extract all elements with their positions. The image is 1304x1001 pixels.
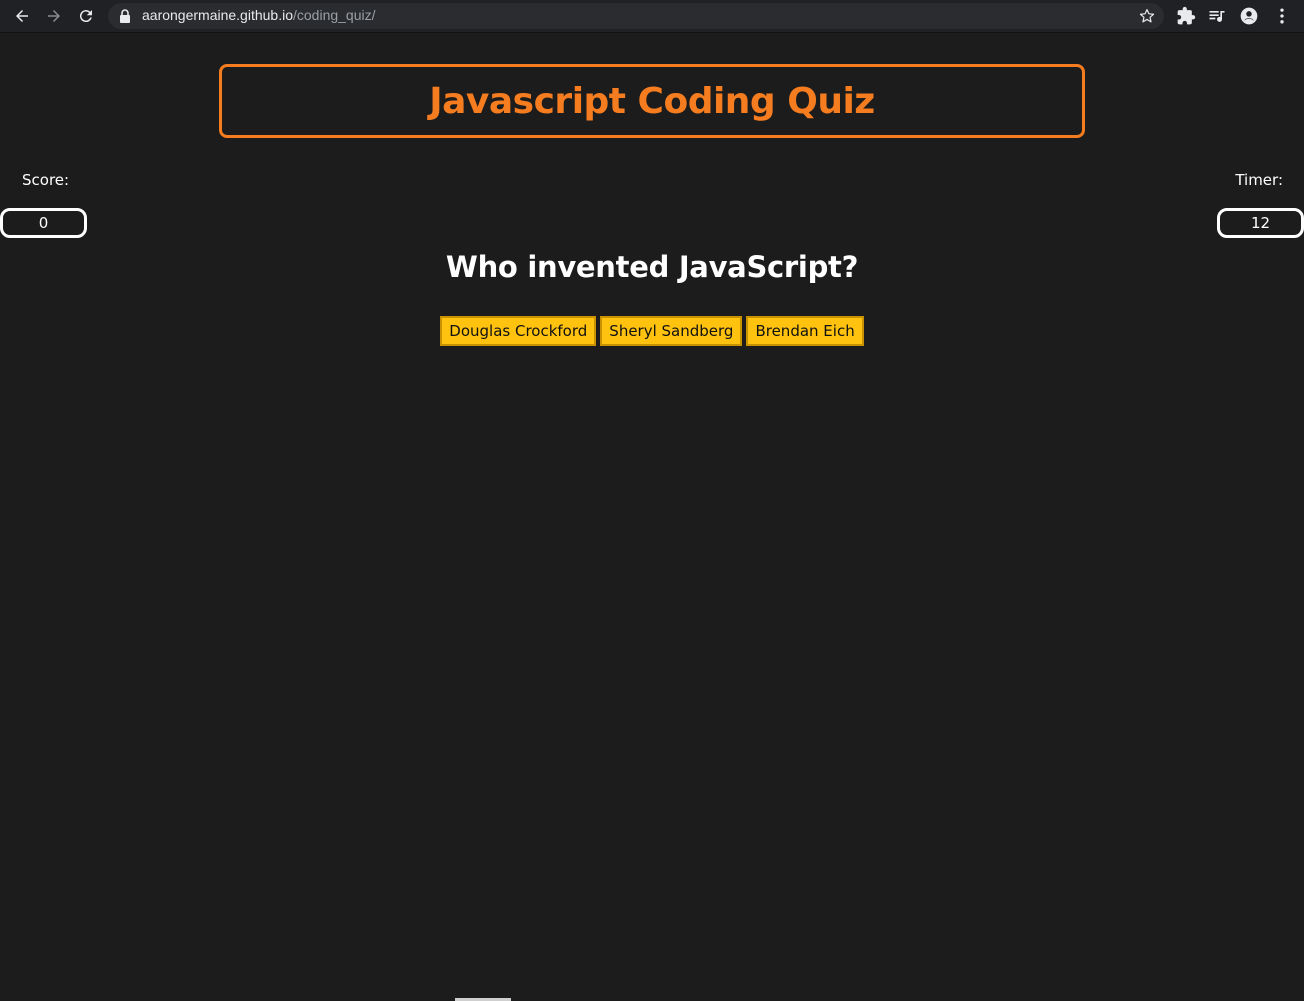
title-banner: Javascript Coding Quiz: [219, 64, 1085, 138]
forward-arrow-icon[interactable]: [41, 4, 67, 28]
url-host: aarongermaine.github.io: [142, 7, 293, 23]
star-icon[interactable]: [1138, 7, 1156, 25]
menu-dots-icon[interactable]: [1271, 5, 1293, 27]
score-label: Score:: [22, 171, 70, 189]
media-queue-icon[interactable]: [1206, 5, 1228, 27]
extensions-icon[interactable]: [1175, 5, 1197, 27]
answer-options: Douglas Crockford Sheryl Sandberg Brenda…: [0, 316, 1304, 346]
reload-icon[interactable]: [73, 4, 99, 28]
account-icon[interactable]: [1238, 5, 1260, 27]
back-arrow-icon[interactable]: [9, 4, 35, 28]
answer-button-douglas-crockford[interactable]: Douglas Crockford: [440, 316, 597, 346]
url-text[interactable]: aarongermaine.github.io/coding_quiz/: [142, 7, 376, 23]
answer-button-sheryl-sandberg[interactable]: Sheryl Sandberg: [600, 316, 743, 346]
question-text: Who invented JavaScript?: [445, 250, 859, 284]
url-path: /coding_quiz/: [293, 7, 376, 23]
timer-display: 12: [1217, 208, 1304, 238]
address-bar[interactable]: aarongermaine.github.io/coding_quiz/: [108, 3, 1164, 29]
page-title: Javascript Coding Quiz: [429, 80, 875, 122]
lock-icon[interactable]: [118, 8, 132, 24]
browser-toolbar: aarongermaine.github.io/coding_quiz/: [0, 0, 1304, 33]
timer-label: Timer:: [1235, 171, 1283, 189]
answer-button-brendan-eich[interactable]: Brendan Eich: [746, 316, 864, 346]
score-display: 0: [0, 208, 87, 238]
